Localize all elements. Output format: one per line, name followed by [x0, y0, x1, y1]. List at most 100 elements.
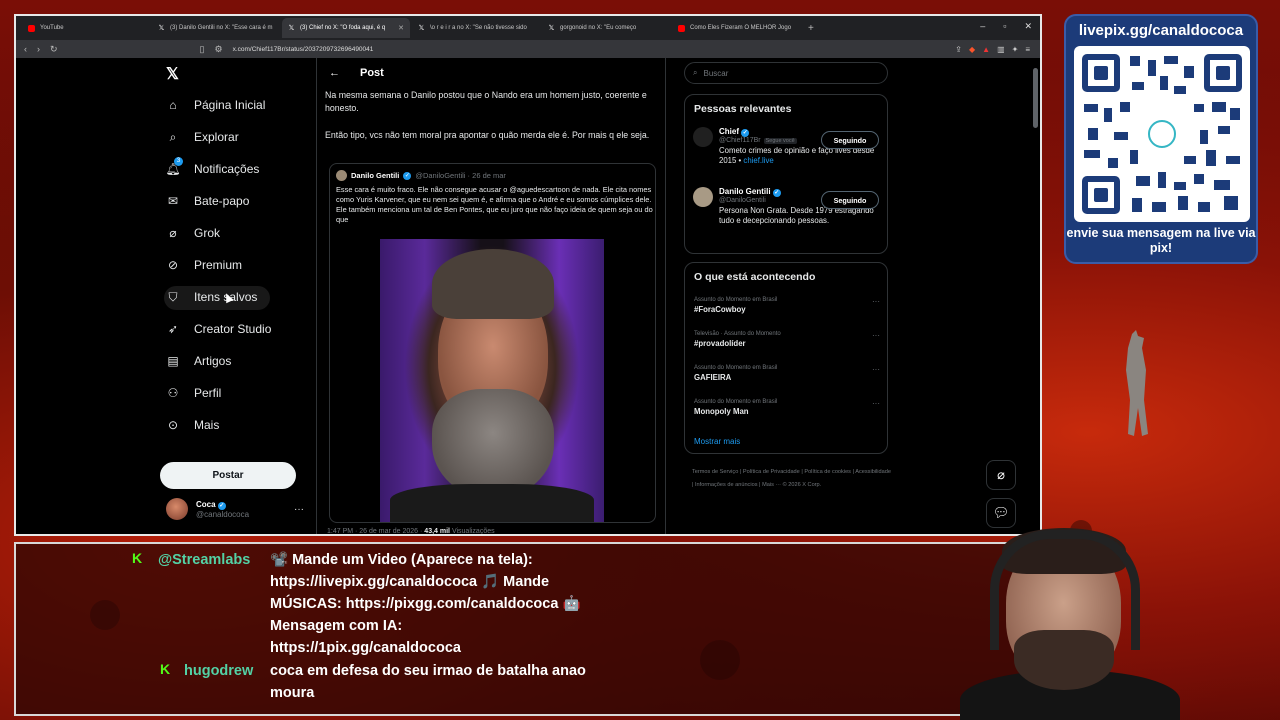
tab-5[interactable]: Como Eles Fizeram O MELHOR Jogo — [672, 18, 800, 38]
livepix-logo-icon — [1148, 120, 1176, 148]
nav-creator-studio[interactable]: ➶ Creator Studio — [166, 322, 271, 336]
back-arrow-icon[interactable]: ← — [329, 67, 340, 79]
more-icon[interactable]: ··· — [294, 504, 304, 515]
kick-badge-icon: K — [132, 550, 143, 566]
footer-links[interactable]: Termos de Serviço | Política de Privacid… — [692, 466, 892, 492]
new-tab-button[interactable]: + — [802, 23, 820, 34]
search-icon: ⌕ — [693, 68, 698, 77]
section-title: Pessoas relevantes — [694, 103, 792, 115]
more-icon[interactable]: ··· — [872, 297, 880, 306]
more-icon[interactable]: ··· — [872, 365, 880, 374]
chat-line: MÚSICAS: https://pixgg.com/canaldococa 🤖 — [270, 596, 581, 612]
menu-icon[interactable]: ≡ — [1025, 45, 1030, 54]
chat-message: coca em defesa do seu irmao de batalha a… — [270, 660, 670, 704]
nav-notifications[interactable]: 🔔︎ 3 Notificações — [165, 157, 260, 176]
nav-label: Notificações — [194, 162, 260, 176]
show-more-link[interactable]: Mostrar mais — [694, 437, 740, 446]
site-info-icon[interactable]: ⚙ — [215, 44, 223, 55]
search-input[interactable]: ⌕ Buscar — [684, 62, 888, 84]
window-controls: – ▫ ✕ — [980, 21, 1032, 32]
nav-chat[interactable]: ✉ Bate-papo — [166, 194, 249, 208]
maximize-icon[interactable]: ▫ — [1003, 21, 1006, 32]
more-icon[interactable]: ··· — [872, 331, 880, 340]
x-logo-icon[interactable]: 𝕏 — [166, 64, 179, 84]
brave-shield-icon[interactable]: ◆ — [969, 45, 975, 54]
account-name: Coca ✓ — [196, 499, 226, 510]
extensions: ⇪ ◆ ▲ ▥ ✦ ≡ — [955, 45, 1030, 54]
reload-icon[interactable]: ↻ — [50, 44, 58, 55]
nav-home[interactable]: ⌂ Página Inicial — [166, 98, 265, 112]
home-icon: ⌂ — [169, 98, 177, 112]
bookmark-icon[interactable]: ▯ — [200, 44, 205, 55]
nav-premium[interactable]: ⊘ Premium — [166, 258, 242, 272]
post-column: ← Post Na mesma semana o Danilo postou qu… — [316, 58, 666, 534]
nav-label: Premium — [194, 258, 243, 272]
rewards-icon[interactable]: ▲ — [982, 45, 990, 54]
close-icon[interactable]: ✕ — [398, 24, 404, 32]
sidebar-icon[interactable]: ▥ — [997, 45, 1005, 54]
trend-item[interactable]: Televisão · Assunto do Momento #provadolí… — [694, 331, 880, 348]
forward-icon[interactable]: › — [37, 44, 40, 54]
livepix-qr-panel: livepix.gg/canaldococa envie sua mensage… — [1064, 14, 1258, 264]
post-text-2: Então tipo, vcs não tem moral pra aponta… — [325, 130, 650, 140]
nav-more[interactable]: ⊙ Mais — [166, 418, 219, 432]
post-button[interactable]: Postar — [160, 462, 296, 489]
nav-articles[interactable]: ▤ Artigos — [166, 354, 231, 368]
nav-label: Perfil — [194, 386, 222, 400]
account-switcher[interactable]: Coca ✓ @canaldococa — [166, 498, 249, 520]
grok-icon: ⌀ — [169, 226, 177, 240]
back-icon[interactable]: ‹ — [24, 44, 27, 54]
tab-0[interactable]: YouTube — [22, 18, 150, 38]
trend-item[interactable]: Assunto do Momento em Brasil Monopoly Man… — [694, 399, 880, 416]
url-field[interactable]: x.com/Chief117Br/status/2037209732696490… — [233, 46, 374, 53]
trend-item[interactable]: Assunto do Momento em Brasil #ForaCowboy ·… — [694, 297, 880, 314]
webcam-feed — [940, 470, 1240, 720]
address-bar: ‹ › ↻ ▯ ⚙ x.com/Chief117Br/status/203720… — [16, 40, 1040, 58]
scrollbar[interactable] — [1033, 68, 1038, 128]
mail-icon: ✉ — [167, 194, 179, 208]
tab-label: (3) Danilo Gentili no X: "Esse cara é m — [170, 25, 273, 31]
nav-bookmarks[interactable]: ⛉ Itens salvos — [166, 290, 257, 305]
tab-label: Como Eles Fizeram O MELHOR Jogo — [690, 25, 792, 31]
browser-window: YouTube 𝕏 (3) Danilo Gentili no X: "Esse … — [14, 14, 1042, 536]
trend-item[interactable]: Assunto do Momento em Brasil GAFIEIRA ··· — [694, 365, 880, 382]
quote-text: Esse cara é muito fraco. Ele não consegu… — [336, 185, 653, 224]
whats-happening: O que está acontecendo Assunto do Moment… — [684, 262, 888, 454]
person-bio: Persona Non Grata. Desde 1979 estragando… — [719, 206, 874, 225]
relevant-people: Pessoas relevantes Chief ✓ @Chief117Br Se… — [684, 94, 888, 254]
nav-label: Explorar — [194, 130, 239, 144]
tab-1[interactable]: 𝕏 (3) Danilo Gentili no X: "Esse cara é m — [152, 18, 280, 38]
shirt — [390, 484, 594, 522]
premium-icon: ⊘ — [167, 258, 179, 272]
extensions-icon[interactable]: ✦ — [1012, 45, 1019, 54]
verified-icon: ✓ — [217, 501, 226, 510]
bio-link[interactable]: chief.live — [743, 156, 773, 165]
more-icon[interactable]: ··· — [872, 399, 880, 408]
nav-label: Artigos — [194, 354, 232, 368]
x-icon: 𝕏 — [158, 24, 165, 32]
avatar — [693, 187, 713, 207]
following-button[interactable]: Seguindo — [821, 191, 879, 209]
share-icon[interactable]: ⇪ — [955, 45, 962, 54]
nav-grok[interactable]: ⌀ Grok — [166, 226, 220, 240]
nav-profile[interactable]: ⚇ Perfil — [166, 386, 222, 400]
nav-explore[interactable]: ⌕ Explorar — [166, 130, 239, 145]
tab-2[interactable]: 𝕏 (3) Chief no X: "O foda aqui, é q ✕ — [282, 18, 410, 38]
quote-image[interactable] — [380, 239, 604, 522]
quote-author: Danilo Gentili — [351, 171, 400, 180]
following-button[interactable]: Seguindo — [821, 131, 879, 149]
close-window-icon[interactable]: ✕ — [1024, 21, 1032, 32]
quoted-post[interactable]: Danilo Gentili ✓ @DaniloGentili · 26 de … — [329, 163, 656, 523]
beard — [432, 389, 554, 499]
minimize-icon[interactable]: – — [980, 21, 985, 32]
verified-icon: ✓ — [741, 129, 750, 137]
avatar — [336, 170, 347, 181]
youtube-icon — [28, 24, 35, 32]
person-icon: ⚇ — [167, 386, 179, 400]
chat-line: 📽️ Mande um Video (Aparece na tela): — [270, 552, 533, 568]
youtube-icon — [678, 24, 685, 32]
kick-badge-icon: K — [160, 661, 171, 677]
search-placeholder: Buscar — [703, 68, 729, 78]
tab-4[interactable]: 𝕏gorgonoid no X: "Eu começo — [542, 18, 670, 38]
tab-3[interactable]: 𝕏 \o r e i r a no X: "Se não tivesse sido — [412, 18, 540, 38]
